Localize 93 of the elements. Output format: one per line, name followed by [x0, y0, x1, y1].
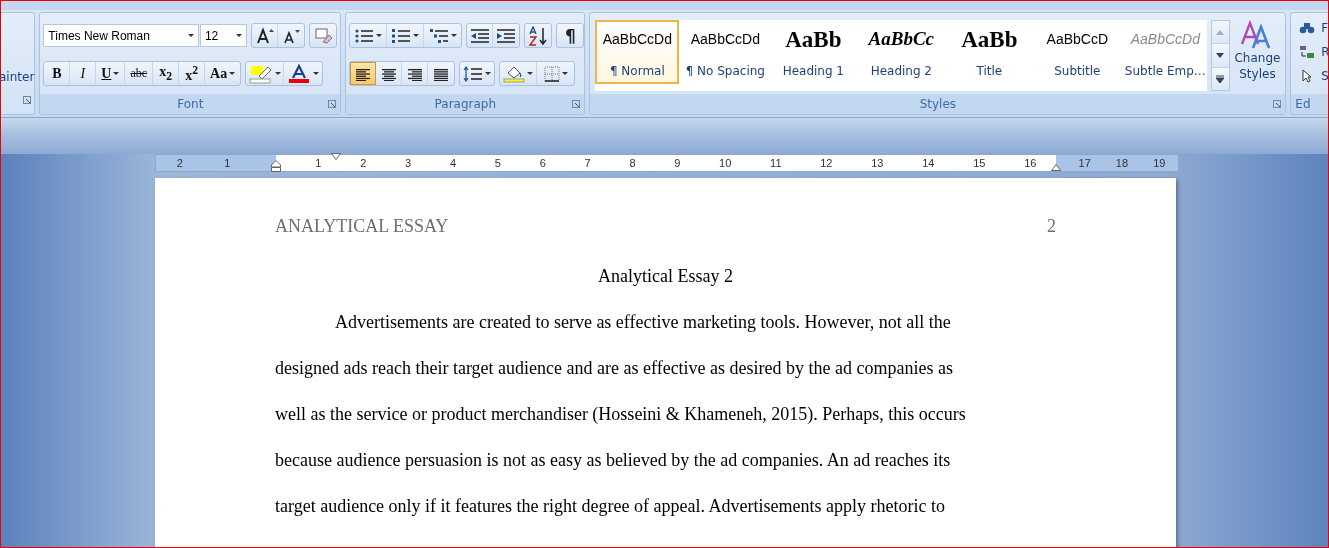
format-button[interactable]: I — [70, 62, 97, 85]
caret-icon — [561, 71, 568, 76]
grow-font-icon — [254, 25, 275, 46]
format-button[interactable]: Aa — [205, 62, 241, 85]
ruler-number: 12 — [820, 157, 833, 169]
ruler-number: 8 — [629, 157, 636, 169]
ruler-number: 13 — [871, 157, 884, 169]
outdent-icon — [469, 27, 490, 44]
change-styles-label[interactable]: Change — [1234, 50, 1281, 66]
group-label: Styles — [919, 97, 957, 111]
running-head: ANALYTICAL ESSAY — [275, 216, 449, 238]
body-text-line: Advertisements are created to serve as effective marketing tools. However, not all the — [334, 312, 952, 334]
caret-icon — [485, 71, 492, 76]
ruler-number: 10 — [719, 157, 732, 169]
highlighter-icon — [248, 63, 273, 84]
ruler-number: 9 — [674, 157, 681, 169]
binoculars-icon[interactable] — [1299, 21, 1316, 35]
right-indent-marker[interactable] — [1051, 164, 1061, 171]
ruler-number: 1 — [224, 157, 231, 169]
ruler-number: 17 — [1078, 157, 1091, 169]
down-arrow-icon — [1216, 53, 1225, 58]
show-formatting-button[interactable]: ¶ — [557, 24, 584, 47]
dialog-launcher-icon[interactable] — [23, 96, 32, 104]
align-right-icon — [406, 66, 423, 81]
group-label: Ed — [1295, 97, 1311, 111]
body-text-line: designed ads reach their target audience and are as effective as desired by the ad companies as — [275, 358, 955, 380]
more-button[interactable] — [1212, 67, 1229, 90]
ruler-number: 1 — [315, 157, 322, 169]
ruler-number: 2 — [360, 157, 367, 169]
format-button[interactable]: U — [96, 62, 126, 85]
style-item[interactable]: AaBbCcDd ¶ Normal — [595, 20, 680, 84]
caret-icon — [376, 33, 383, 38]
highlight-button[interactable] — [246, 62, 285, 85]
group-label: Paragraph — [434, 97, 497, 111]
caret-icon — [413, 33, 420, 38]
caret-icon — [450, 33, 457, 38]
group-label: Font — [177, 97, 204, 111]
caret-icon — [229, 71, 236, 76]
ruler-number: 3 — [405, 157, 412, 169]
ruler-number: 7 — [584, 157, 591, 169]
align-center-icon — [380, 66, 397, 81]
ruler-number: 14 — [922, 157, 935, 169]
format-button[interactable]: B — [44, 62, 71, 85]
eraser-icon — [313, 25, 334, 46]
align-left-icon — [355, 66, 372, 81]
ruler-number: 4 — [449, 157, 457, 169]
body-text-line: because audience persuasion is not as easy as believed by the ad companies. An ad reaches its — [275, 450, 952, 472]
format-button[interactable]: abc — [125, 62, 154, 85]
scroll-down-button[interactable] — [1212, 44, 1229, 68]
font-color-icon — [287, 63, 312, 84]
more-icon — [1216, 74, 1225, 83]
ruler-number: 19 — [1153, 157, 1166, 169]
ruler-number: 16 — [1024, 157, 1037, 169]
paint-bucket-icon — [503, 64, 526, 83]
up-arrow-icon — [1216, 29, 1225, 35]
borders-icon — [543, 65, 560, 82]
ruler-number: 15 — [973, 157, 986, 169]
find-label[interactable]: F — [1321, 21, 1328, 35]
caret-icon — [236, 33, 243, 38]
change-styles-label[interactable]: Styles — [1239, 66, 1276, 82]
caret-icon — [527, 71, 534, 76]
caret-icon — [187, 33, 194, 38]
indent-icon — [496, 27, 517, 44]
align-button[interactable] — [350, 62, 377, 85]
essay-title: Analytical Essay 2 — [597, 266, 734, 288]
align-justify-icon — [433, 66, 450, 81]
body-text-line: target audience only if it features the right degree of appeal. Advertisements apply rhetoric to — [275, 496, 946, 518]
font-size-field[interactable]: 12 — [199, 24, 248, 47]
format-button[interactable]: x$^{2}$ — [179, 62, 206, 85]
dialog-launcher-icon[interactable] — [572, 100, 581, 108]
shading-button[interactable] — [500, 62, 538, 85]
bullet-list-icon — [354, 27, 375, 44]
line-spacing-icon — [463, 65, 484, 82]
page-number: 2 — [1047, 216, 1056, 238]
font-name-field[interactable]: Times New Roman — [43, 24, 199, 47]
replace-icon[interactable] — [1299, 45, 1316, 59]
caret-icon — [313, 71, 320, 76]
ruler-number: 2 — [176, 157, 183, 169]
multilevel-list-icon — [428, 27, 449, 44]
format-button[interactable]: x$_{2}$ — [153, 62, 180, 85]
caret-icon — [274, 71, 281, 76]
sort-icon — [528, 25, 549, 46]
dialog-launcher-icon[interactable] — [1273, 100, 1282, 108]
hanging-indent-marker[interactable] — [271, 160, 281, 172]
ruler-number: 18 — [1115, 157, 1129, 169]
body-text-line: well as the service or product merchandiser (Hosseini & Khameneh, 2015). Perhaps, this occurs — [275, 404, 967, 426]
dialog-launcher-icon[interactable] — [328, 100, 337, 108]
ruler-number: 11 — [770, 157, 782, 169]
select-label[interactable]: S — [1321, 69, 1328, 83]
ruler-number: 6 — [539, 157, 546, 169]
numbered-list-icon — [391, 27, 412, 44]
caret-icon — [113, 71, 120, 76]
ruler-number: 5 — [494, 157, 501, 169]
